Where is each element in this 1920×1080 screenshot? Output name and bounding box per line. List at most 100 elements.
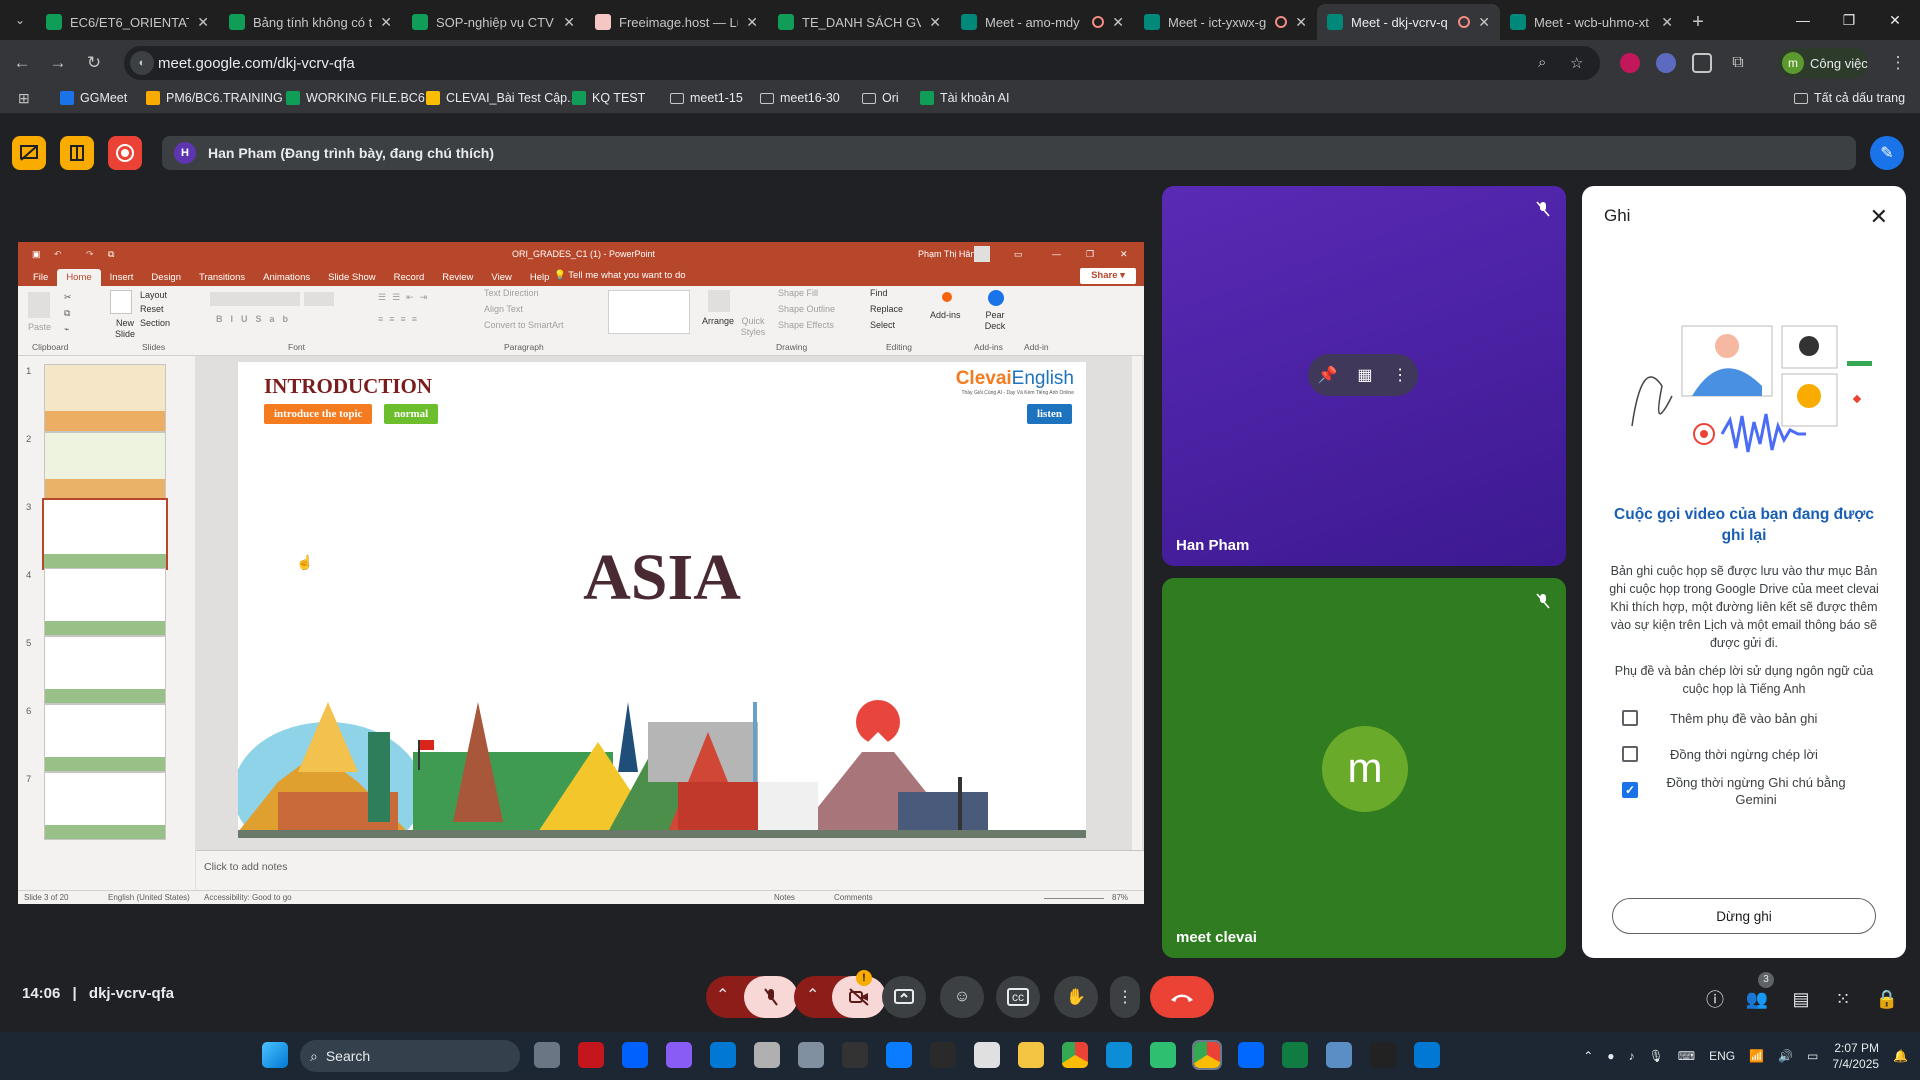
tab-close-icon[interactable]: ✕: [380, 14, 392, 31]
stop-presenting-icon[interactable]: [12, 136, 46, 170]
status-accessibility[interactable]: Accessibility: Good to go: [204, 893, 292, 902]
shape-effects-button[interactable]: Shape Effects: [778, 320, 834, 330]
ppt-undo-icon[interactable]: ↶: [54, 249, 62, 260]
slide-thumbnail[interactable]: [44, 364, 166, 432]
new-tab-button[interactable]: +: [1683, 4, 1713, 40]
ppt-menu-tab[interactable]: Record: [385, 269, 434, 286]
convert-smartart-button[interactable]: Convert to SmartArt: [484, 320, 564, 330]
task-view-icon[interactable]: [534, 1042, 560, 1068]
video-options-chevron-icon[interactable]: ⌃: [806, 985, 819, 1005]
status-language[interactable]: English (United States): [108, 893, 190, 902]
tab-close-icon[interactable]: ✕: [563, 14, 575, 31]
extensions-puzzle-icon[interactable]: ⧉: [1728, 53, 1748, 73]
browser-tab[interactable]: Meet - ict-yxwx-g ✕: [1134, 4, 1317, 40]
pear-deck-button[interactable]: Pear Deck: [980, 310, 1010, 332]
minimize-button[interactable]: —: [1780, 0, 1826, 40]
captions-button[interactable]: cc: [996, 976, 1040, 1018]
tray-overflow-icon[interactable]: ⌃: [1583, 1049, 1593, 1063]
chrome-active-icon[interactable]: [1192, 1040, 1222, 1070]
align-text-button[interactable]: Align Text: [484, 304, 523, 314]
section-button[interactable]: Section: [140, 318, 170, 328]
slide-thumbnail[interactable]: [44, 772, 166, 840]
add-captions-checkbox[interactable]: [1622, 710, 1638, 726]
slide-thumbnail[interactable]: [44, 704, 166, 772]
more-options-button[interactable]: ⋮: [1110, 976, 1140, 1018]
stop-transcript-checkbox[interactable]: [1622, 746, 1638, 762]
browser-tab[interactable]: Bảng tính không có ti ✕: [219, 4, 402, 40]
language-indicator[interactable]: ENG: [1709, 1049, 1735, 1063]
browser-tab[interactable]: Meet - wcb-uhmo-xt ✕: [1500, 4, 1683, 40]
browser-tab[interactable]: Freeimage.host — Lu ✕: [585, 4, 768, 40]
ppt-menu-tab[interactable]: File: [24, 269, 57, 286]
file-explorer-icon[interactable]: [1018, 1042, 1044, 1068]
clock[interactable]: 2:07 PM 7/4/2025: [1832, 1040, 1879, 1072]
frame-icon[interactable]: ▦: [1357, 365, 1372, 385]
shape-outline-button[interactable]: Shape Outline: [778, 304, 835, 314]
select-button[interactable]: Select: [870, 320, 895, 330]
paste-icon[interactable]: [28, 292, 50, 318]
slide-thumbnail[interactable]: [44, 568, 166, 636]
browser-tab[interactable]: EC6/ET6_ORIENTATIO ✕: [36, 4, 219, 40]
new-slide-button[interactable]: New Slide: [110, 318, 140, 340]
browser-tab[interactable]: Meet - amo-mdy ✕: [951, 4, 1134, 40]
ppt-menu-tab[interactable]: Slide Show: [319, 269, 385, 286]
store-icon[interactable]: [710, 1042, 736, 1068]
restore-button[interactable]: ❐: [1826, 0, 1872, 40]
ppt-menu-tab[interactable]: Transitions: [190, 269, 254, 286]
tab-close-icon[interactable]: ✕: [1295, 14, 1307, 31]
url-text[interactable]: meet.google.com/dkj-vcrv-qfa: [158, 55, 355, 72]
shapes-gallery[interactable]: [608, 290, 690, 334]
bookmark-folder[interactable]: meet1-15: [670, 91, 743, 105]
status-zoom[interactable]: 87%: [1112, 893, 1128, 902]
netflix-icon[interactable]: [578, 1042, 604, 1068]
bookmark-item[interactable]: CLEVAI_Bài Test Cập...: [426, 91, 578, 105]
stop-recording-button[interactable]: Dừng ghi: [1612, 898, 1876, 934]
ppt-restore-button[interactable]: ❐: [1086, 249, 1094, 260]
ppt-save-icon[interactable]: ▣: [32, 249, 41, 260]
chat-icon[interactable]: ▤: [1786, 984, 1816, 1014]
leave-call-button[interactable]: [1150, 976, 1214, 1018]
address-bar[interactable]: ◐ meet.google.com/dkj-vcrv-qfa ⌕ ☆: [124, 46, 1600, 80]
ppt-share-button[interactable]: Share ▾: [1080, 268, 1136, 284]
bookmark-item[interactable]: KQ TEST: [572, 91, 645, 105]
terminal-icon[interactable]: [1370, 1042, 1396, 1068]
all-bookmarks-folder[interactable]: Tất cả dấu trang: [1794, 91, 1905, 105]
tray-app-icon[interactable]: ●: [1607, 1049, 1614, 1063]
chrome-green-icon[interactable]: [1150, 1042, 1176, 1068]
reactions-button[interactable]: ☺: [940, 976, 984, 1018]
bookmark-item[interactable]: GGMeet: [60, 91, 127, 105]
status-comments-button[interactable]: Comments: [834, 893, 873, 902]
copy-icon[interactable]: ⧉: [64, 308, 70, 319]
zalo-icon[interactable]: [1238, 1042, 1264, 1068]
tab-close-icon[interactable]: ✕: [1478, 14, 1490, 31]
tray-volume-app-icon[interactable]: ♪: [1629, 1049, 1635, 1063]
ppt-menu-tab[interactable]: Animations: [254, 269, 319, 286]
battery-icon[interactable]: ▭: [1807, 1049, 1818, 1063]
ppt-redo-icon[interactable]: ↷: [86, 249, 94, 260]
recording-indicator-icon[interactable]: [108, 136, 142, 170]
taskbar-search[interactable]: ⌕ Search: [300, 1040, 520, 1072]
raise-hand-button[interactable]: ✋: [1054, 976, 1098, 1018]
ppt-tell-me[interactable]: 💡 Tell me what you want to do: [554, 270, 686, 281]
bookmark-folder[interactable]: meet16-30: [760, 91, 840, 105]
ppt-close-button[interactable]: ✕: [1120, 249, 1128, 260]
font-format-buttons[interactable]: BIUSab: [216, 314, 296, 324]
annotate-pencil-icon[interactable]: ✎: [1870, 136, 1904, 170]
close-panel-icon[interactable]: ✕: [1870, 204, 1888, 230]
ppt-menu-tab[interactable]: Insert: [101, 269, 143, 286]
keyboard-icon[interactable]: ⌨: [1678, 1049, 1695, 1063]
tab-close-icon[interactable]: ✕: [746, 14, 758, 31]
app-pen-icon[interactable]: [930, 1042, 956, 1068]
people-button[interactable]: 👥 3: [1742, 972, 1774, 1014]
extension-recording-icon[interactable]: [1620, 53, 1640, 73]
browser-menu-icon[interactable]: ⋮: [1886, 51, 1910, 75]
back-button[interactable]: ←: [10, 51, 34, 75]
zoom-slider[interactable]: [1044, 898, 1104, 899]
find-button[interactable]: Find: [870, 288, 888, 298]
app-sky-icon[interactable]: [1414, 1042, 1440, 1068]
addins-icon[interactable]: [942, 292, 952, 302]
ppt-slideshow-icon[interactable]: ⧉: [108, 249, 114, 260]
notion-icon[interactable]: [842, 1042, 868, 1068]
participant-tile-meet-clevai[interactable]: m meet clevai: [1162, 578, 1566, 958]
browser-tab[interactable]: SOP-nghiệp vụ CTV - ✕: [402, 4, 585, 40]
